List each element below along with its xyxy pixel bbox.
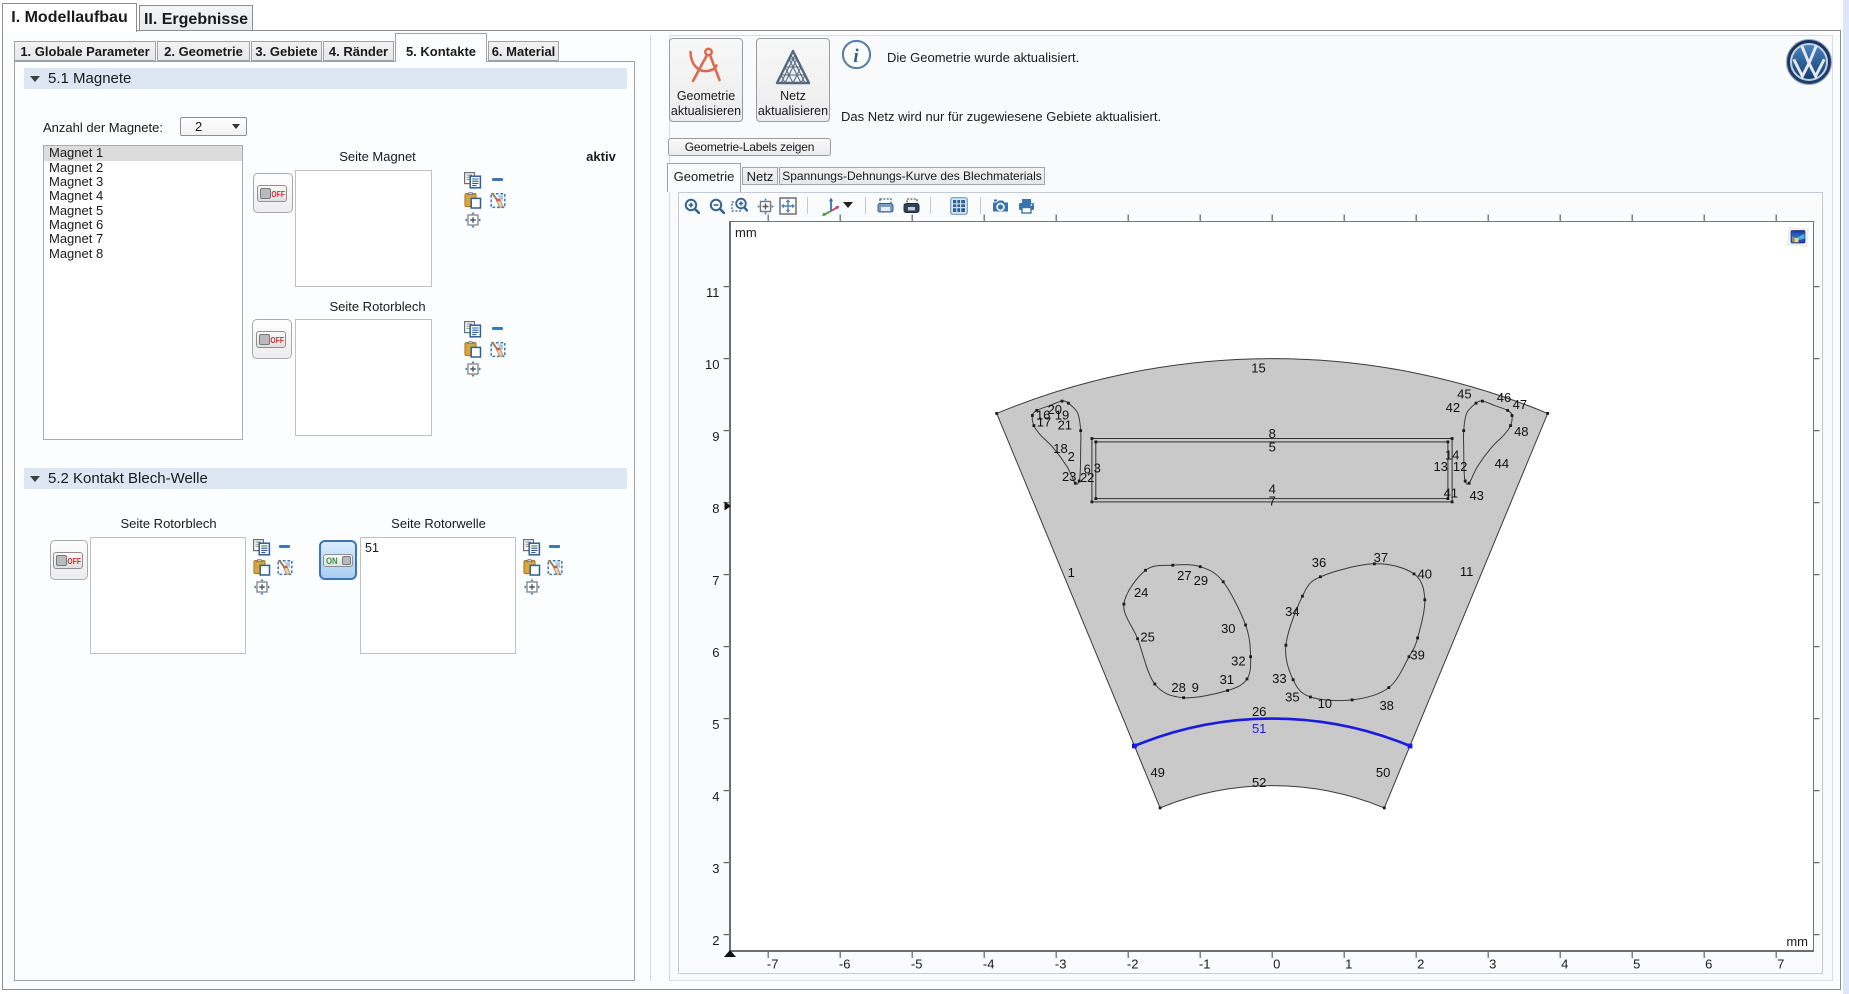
svg-text:43: 43 (1469, 488, 1483, 503)
svg-text:6: 6 (712, 645, 719, 660)
svg-text:8: 8 (712, 501, 719, 516)
svg-text:22: 22 (1080, 470, 1094, 485)
svg-text:3: 3 (712, 861, 719, 876)
svg-text:9: 9 (712, 429, 719, 444)
svg-text:25: 25 (1140, 630, 1154, 645)
svg-text:7: 7 (1269, 494, 1276, 509)
svg-text:40: 40 (1418, 566, 1432, 581)
svg-text:3: 3 (1489, 957, 1496, 972)
svg-text:7: 7 (712, 573, 719, 588)
svg-text:31: 31 (1220, 672, 1234, 687)
svg-text:17: 17 (1037, 415, 1051, 430)
svg-text:11: 11 (1460, 564, 1474, 579)
svg-text:10: 10 (705, 357, 719, 372)
svg-text:10: 10 (1318, 696, 1332, 711)
svg-text:28: 28 (1171, 680, 1185, 695)
svg-text:38: 38 (1379, 698, 1393, 713)
svg-text:2: 2 (1417, 957, 1424, 972)
svg-text:-7: -7 (767, 957, 779, 972)
svg-text:42: 42 (1446, 400, 1460, 415)
svg-text:-1: -1 (1199, 957, 1211, 972)
svg-text:36: 36 (1312, 555, 1326, 570)
svg-text:7: 7 (1777, 957, 1784, 972)
svg-text:-5: -5 (911, 957, 923, 972)
svg-text:49: 49 (1150, 765, 1164, 780)
svg-text:11: 11 (706, 285, 720, 300)
svg-text:27: 27 (1177, 568, 1191, 583)
svg-text:30: 30 (1221, 621, 1235, 636)
svg-text:5: 5 (1269, 440, 1276, 455)
svg-text:41: 41 (1444, 486, 1458, 501)
svg-text:52: 52 (1252, 775, 1266, 790)
svg-text:35: 35 (1285, 690, 1299, 705)
svg-text:23: 23 (1062, 469, 1076, 484)
svg-text:2: 2 (712, 933, 719, 948)
svg-text:15: 15 (1251, 361, 1265, 376)
svg-text:12: 12 (1453, 459, 1467, 474)
svg-text:2: 2 (1068, 449, 1075, 464)
svg-text:46: 46 (1497, 390, 1511, 405)
svg-text:50: 50 (1376, 765, 1390, 780)
svg-text:1: 1 (1068, 565, 1075, 580)
svg-text:37: 37 (1374, 550, 1388, 565)
svg-text:mm: mm (1786, 934, 1808, 949)
svg-text:18: 18 (1053, 441, 1067, 456)
svg-text:4: 4 (712, 789, 719, 804)
svg-text:6: 6 (1705, 957, 1712, 972)
svg-text:3: 3 (1094, 461, 1101, 476)
svg-text:44: 44 (1495, 456, 1509, 471)
svg-text:21: 21 (1058, 417, 1072, 432)
svg-text:9: 9 (1192, 680, 1199, 695)
svg-text:32: 32 (1231, 654, 1245, 669)
svg-text:5: 5 (712, 717, 719, 732)
svg-text:29: 29 (1194, 573, 1208, 588)
svg-text:5: 5 (1633, 957, 1640, 972)
svg-text:24: 24 (1134, 585, 1148, 600)
svg-text:-3: -3 (1055, 957, 1067, 972)
svg-text:34: 34 (1285, 604, 1299, 619)
svg-text:48: 48 (1514, 424, 1528, 439)
svg-text:13: 13 (1433, 459, 1447, 474)
svg-text:mm: mm (735, 225, 757, 240)
svg-text:1: 1 (1345, 957, 1352, 972)
svg-text:-2: -2 (1127, 957, 1139, 972)
svg-text:51: 51 (1252, 721, 1266, 736)
svg-text:4: 4 (1561, 957, 1568, 972)
svg-text:33: 33 (1272, 671, 1286, 686)
svg-text:47: 47 (1513, 397, 1527, 412)
svg-text:-6: -6 (839, 957, 851, 972)
svg-text:0: 0 (1273, 957, 1280, 972)
svg-text:39: 39 (1410, 648, 1424, 663)
svg-text:-4: -4 (983, 957, 995, 972)
svg-text:i: i (853, 46, 859, 67)
svg-text:26: 26 (1252, 704, 1266, 719)
